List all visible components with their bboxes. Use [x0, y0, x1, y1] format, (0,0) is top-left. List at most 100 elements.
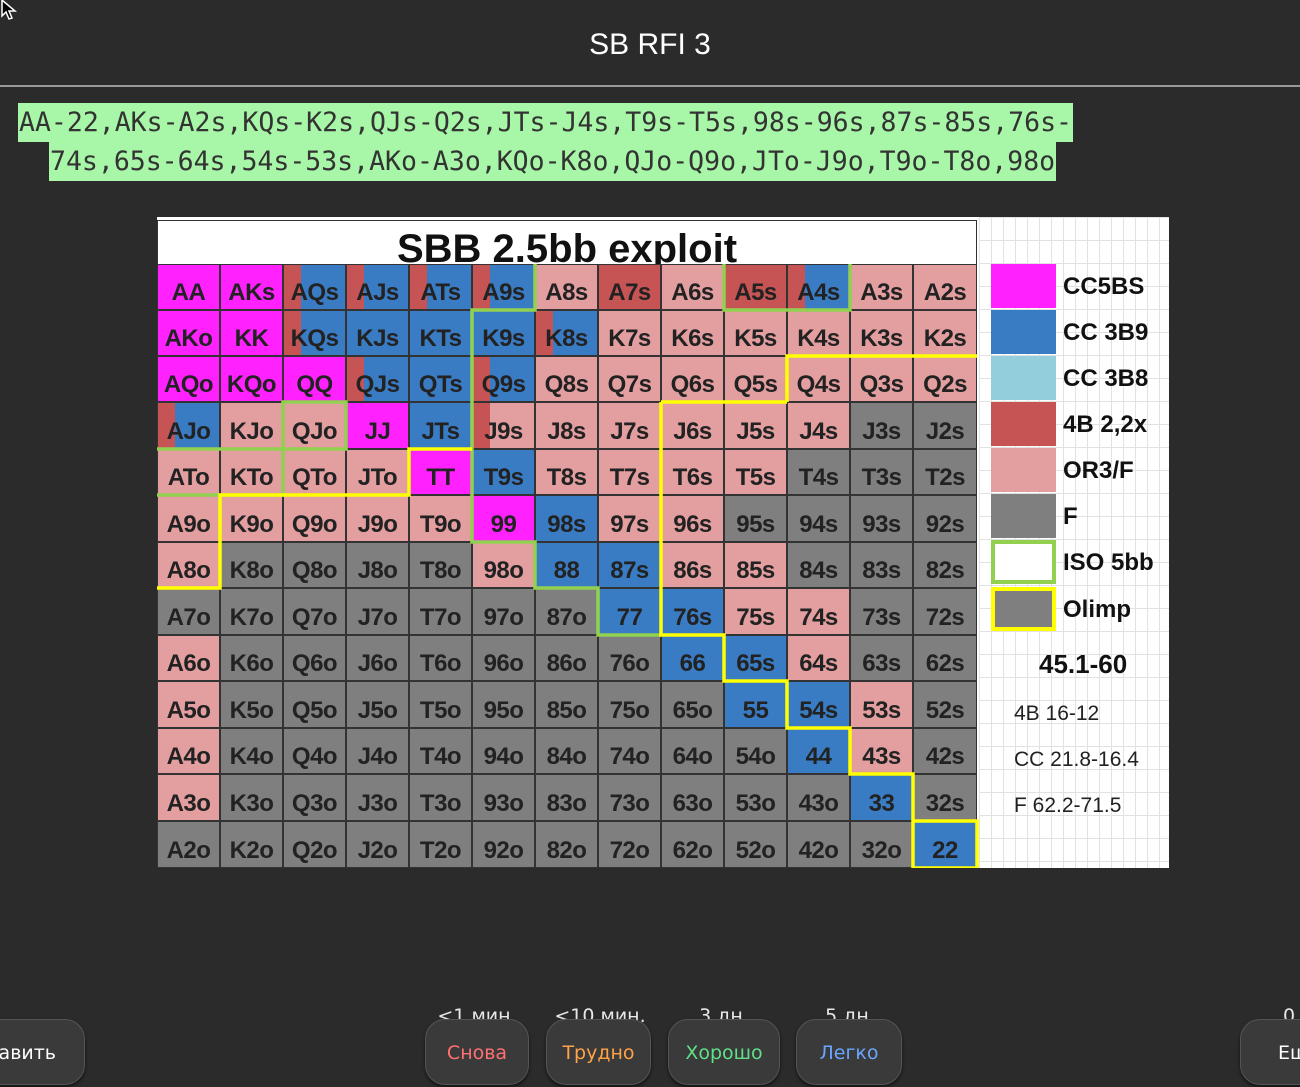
hand-cell: A5o	[157, 681, 220, 728]
hand-label: Q4o	[291, 743, 338, 770]
hand-label: J8o	[357, 557, 398, 584]
hand-label: T3o	[419, 790, 462, 817]
hand-cell: J2o	[346, 821, 409, 868]
hand-label: 52s	[925, 697, 965, 724]
hand-cell: Q6s	[661, 356, 724, 402]
hand-label: ATo	[167, 464, 210, 491]
hand-label: A4s	[797, 279, 840, 306]
hand-label: Q3s	[859, 371, 904, 398]
hand-label: 72s	[925, 604, 965, 631]
hand-label: 86s	[673, 557, 712, 584]
hand-cell: AQo	[157, 356, 220, 402]
hand-cell: Q5s	[724, 356, 787, 402]
range-text-line2: 74s,65s-64s,54s-53s,AKo-A3o,KQo-K8o,QJo-…	[49, 142, 1057, 181]
legend-total: 45.1-60	[1039, 649, 1128, 679]
hand-label: T5s	[735, 464, 776, 491]
hand-cell: A3o	[157, 774, 220, 821]
hand-cell: 93s	[850, 495, 913, 542]
hand-label: 63o	[672, 790, 713, 817]
hand-label: A2o	[166, 837, 211, 864]
hand-cell: 52s	[913, 681, 977, 728]
hand-cell: J9o	[346, 495, 409, 542]
hand-label: K9s	[482, 325, 525, 352]
hand-label: J6s	[673, 418, 712, 445]
hand-cell: A9o	[157, 495, 220, 542]
hand-label: Q3o	[291, 790, 338, 817]
hand-cell: 33	[850, 774, 913, 821]
hand-label: Q8o	[291, 557, 338, 584]
hand-cell: Q2o	[283, 821, 346, 868]
legend-label: Olimp	[1063, 596, 1132, 623]
hand-label: J9s	[484, 418, 523, 445]
hand-cell: AJo	[157, 402, 220, 449]
hand-label: 52o	[735, 837, 776, 864]
hand-label: T4s	[798, 464, 839, 491]
hand-label: Q6s	[670, 371, 715, 398]
hand-label: A7o	[166, 604, 211, 631]
hand-label: T3s	[861, 464, 902, 491]
again-button[interactable]: Снова	[425, 1019, 529, 1085]
hand-cell: 77	[598, 588, 661, 635]
hand-cell: J7s	[598, 402, 661, 449]
hand-label: 42o	[798, 837, 839, 864]
hand-cell: 85s	[724, 542, 787, 588]
hand-cell: K4s	[787, 310, 850, 356]
hand-cell: T5s	[724, 449, 787, 495]
hand-label: 74o	[609, 743, 650, 770]
hand-cell: 44	[787, 728, 850, 774]
title-divider	[0, 85, 1300, 87]
hand-cell: T8o	[409, 542, 472, 588]
hand-label: JJ	[364, 418, 391, 445]
easy-button[interactable]: Легко	[796, 1019, 902, 1085]
hand-label: 43o	[798, 790, 839, 817]
hand-cell: 82s	[913, 542, 977, 588]
legend-label: CC 3B8	[1063, 365, 1149, 392]
hand-label: K7s	[608, 325, 651, 352]
hand-cell: Q4o	[283, 728, 346, 774]
hand-label: T8o	[419, 557, 462, 584]
hand-label: T2o	[419, 837, 462, 864]
hand-label: K7o	[229, 604, 274, 631]
hand-label: A2s	[923, 279, 967, 306]
hand-cell: T5o	[409, 681, 472, 728]
more-button[interactable]: Ещ	[1240, 1019, 1300, 1085]
hand-cell: 87s	[598, 542, 661, 588]
hand-label: J4s	[799, 418, 838, 445]
hand-label: Q5s	[733, 371, 778, 398]
hand-label: A6o	[166, 650, 211, 677]
hand-cell: 54o	[724, 728, 787, 774]
hand-cell: Q8s	[535, 356, 598, 402]
hand-cell: 66	[661, 635, 724, 681]
hand-label: Q7s	[607, 371, 652, 398]
hand-cell: 99	[472, 495, 535, 542]
hand-label: KJo	[229, 418, 274, 445]
legend-label: 4B 2,2x	[1063, 411, 1148, 438]
hand-cell: K6o	[220, 635, 283, 681]
legend-item: Olimp	[991, 587, 1169, 631]
edit-button[interactable]: равить	[0, 1019, 85, 1085]
hand-label: 33	[868, 790, 895, 817]
hand-label: 87s	[610, 557, 649, 584]
hand-label: T6o	[419, 650, 462, 677]
button-label: Хорошо	[685, 1042, 763, 1064]
hand-label: 99	[490, 511, 517, 538]
button-label: Трудно	[562, 1042, 635, 1064]
good-button[interactable]: Хорошо	[668, 1019, 780, 1085]
chart-legend: 45.1-60 CC5BS CC 3B9 CC 3B8 4B 2,2x OR3/F F IS…	[979, 217, 1169, 868]
legend-item: CC 3B9	[991, 310, 1169, 354]
hand-label: T7o	[419, 604, 462, 631]
hand-label: 66	[679, 650, 706, 677]
legend-label: F	[1063, 503, 1078, 530]
legend-label: CC5BS	[1063, 273, 1145, 300]
hand-cell: A9s	[472, 264, 535, 310]
hand-cell: Q3s	[850, 356, 913, 402]
hard-button[interactable]: Трудно	[546, 1019, 651, 1085]
hand-label: 73o	[609, 790, 650, 817]
hand-label: AKs	[228, 279, 275, 306]
hand-cell: ATo	[157, 449, 220, 495]
hand-cell: JTs	[409, 402, 472, 449]
hand-label: 85s	[736, 557, 775, 584]
hand-cell: Q9o	[283, 495, 346, 542]
hand-label: 43s	[862, 743, 901, 770]
hand-label: K6s	[671, 325, 714, 352]
